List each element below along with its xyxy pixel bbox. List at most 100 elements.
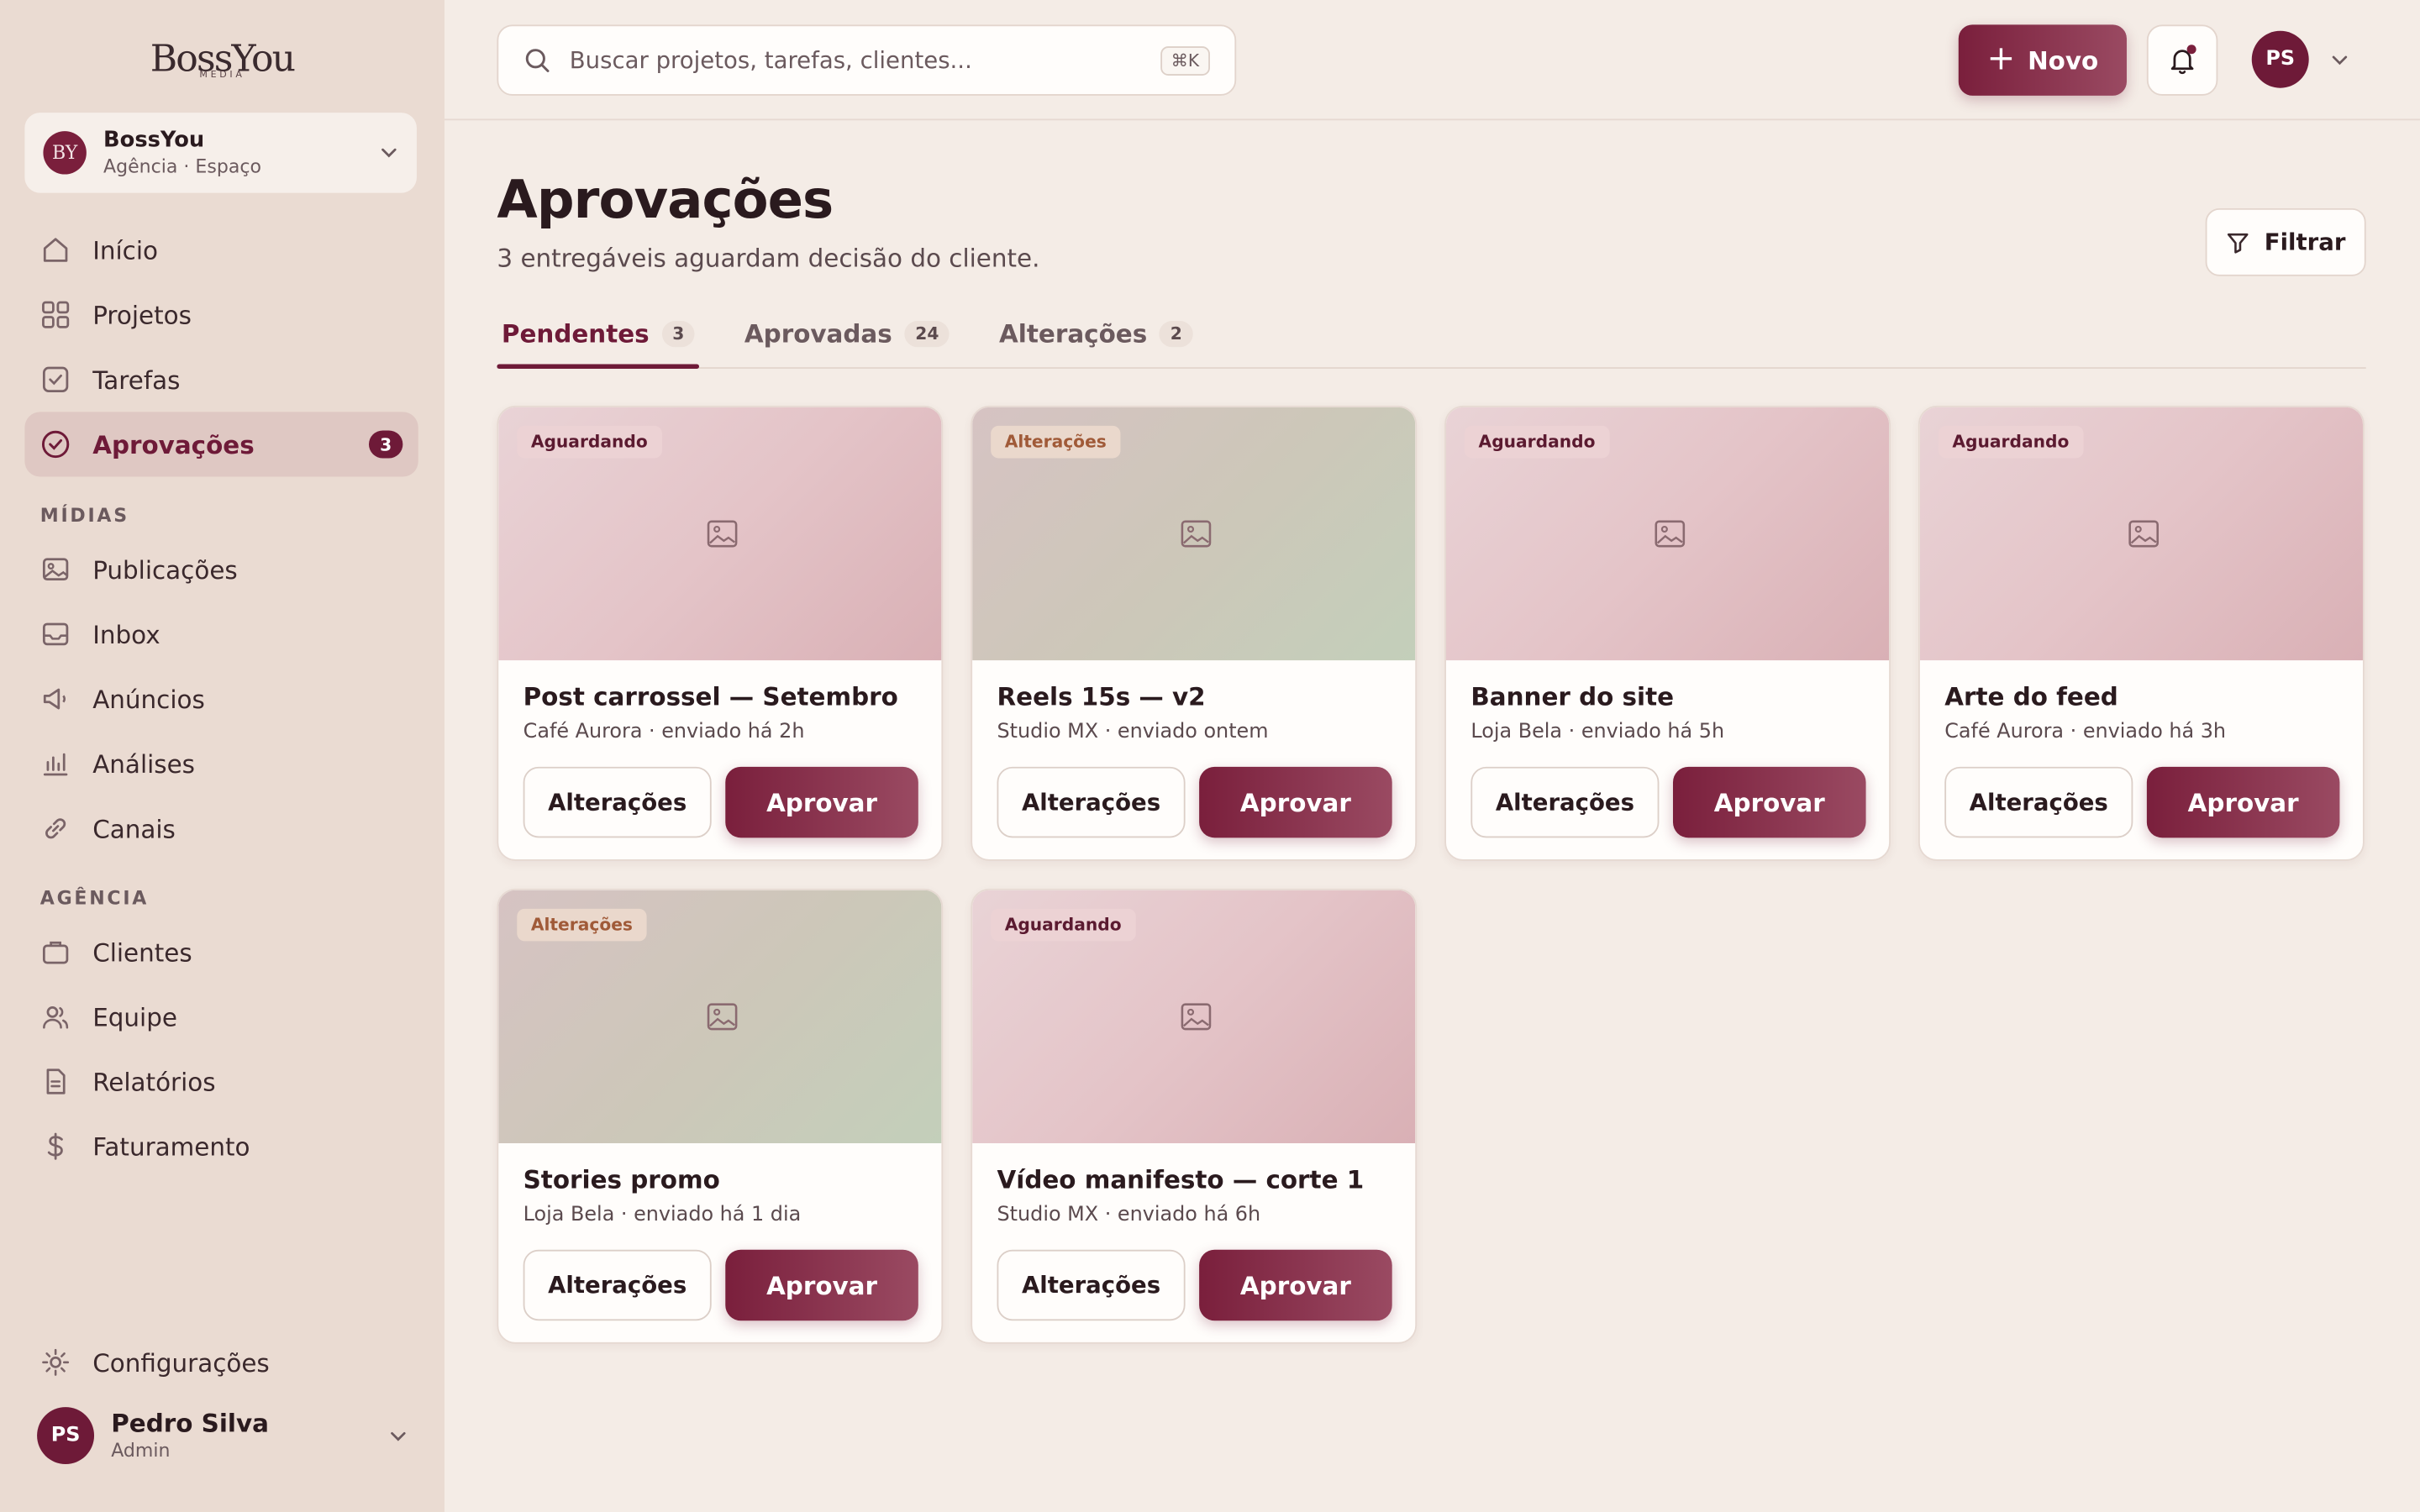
- card-meta: Studio MX · enviado há 6h: [997, 1203, 1261, 1227]
- status-badge: Alterações: [517, 908, 647, 942]
- user-menu[interactable]: PS Pedro Silva Admin: [37, 1407, 408, 1465]
- tab-pendentes[interactable]: Pendentes 3: [497, 301, 701, 369]
- status-badge: Aguardando: [1938, 425, 2083, 459]
- card-thumbnail[interactable]: Aguardando: [1919, 407, 2363, 661]
- request-changes-button[interactable]: Alterações: [523, 766, 712, 838]
- chevron-down-icon[interactable]: [2330, 51, 2349, 70]
- request-changes-button[interactable]: Alterações: [1470, 766, 1660, 838]
- status-badge: Aguardando: [1465, 425, 1609, 459]
- workspace-name: BossYou: [103, 127, 205, 152]
- tab-count: 24: [904, 321, 950, 348]
- chevron-down-icon: [391, 1431, 406, 1441]
- card-thumbnail[interactable]: Alterações: [498, 890, 942, 1143]
- filter-button[interactable]: Filtrar: [2205, 207, 2366, 276]
- brand-logo-sub: MEDIA: [199, 69, 245, 81]
- sidebar-item-clientes[interactable]: Clientes: [24, 920, 418, 984]
- sidebar: BossYou MEDIA BY BossYou Agência · Espaç…: [0, 0, 445, 1512]
- sidebar-item-label: Inbox: [92, 619, 160, 649]
- filter-button-label: Filtrar: [2264, 228, 2346, 256]
- tab-aprovadas[interactable]: Aprovadas 24: [739, 301, 954, 367]
- card-thumbnail[interactable]: Aguardando: [972, 890, 1416, 1143]
- sidebar-item-label: Análises: [92, 748, 195, 779]
- page-title: Aprovações: [497, 170, 834, 232]
- sidebar-item-tarefas[interactable]: Tarefas: [24, 347, 418, 412]
- check-circle-icon: [40, 429, 71, 460]
- sidebar-item-inbox[interactable]: Inbox: [24, 601, 418, 666]
- approve-button[interactable]: Aprovar: [1199, 766, 1392, 838]
- sun-gear-icon: [40, 1347, 71, 1378]
- sidebar-item-inicio[interactable]: Início: [24, 218, 418, 282]
- card-title: Reels 15s — v2: [997, 681, 1206, 711]
- megaphone-icon: [40, 684, 71, 715]
- sidebar-item-publicacoes[interactable]: Publicações: [24, 537, 418, 601]
- sidebar-item-label: Tarefas: [92, 365, 181, 395]
- sidebar-item-label: Início: [92, 235, 158, 265]
- card-meta: Loja Bela · enviado há 1 dia: [523, 1203, 802, 1227]
- sidebar-item-aprovacoes[interactable]: Aprovações 3: [24, 412, 418, 477]
- section-label-agencia: AGÊNCIA: [39, 887, 150, 909]
- notifications-button[interactable]: [2146, 24, 2218, 96]
- sidebar-item-label: Equipe: [92, 1001, 177, 1032]
- sidebar-item-relatorios[interactable]: Relatórios: [24, 1049, 418, 1114]
- card-title: Stories promo: [523, 1164, 720, 1194]
- grid-icon: [40, 299, 71, 330]
- page-subtitle: 3 entregáveis aguardam decisão do client…: [497, 244, 1040, 274]
- approval-card: Aguardando Vídeo manifesto — corte 1 Stu…: [971, 888, 1418, 1344]
- tabs: Pendentes 3 Aprovadas 24 Alterações 2: [497, 301, 2366, 369]
- image-placeholder-icon: [1655, 520, 1686, 548]
- approval-card: Alterações Stories promo Loja Bela · env…: [497, 888, 944, 1344]
- approval-card: Aguardando Post carrossel — Setembro Caf…: [497, 406, 944, 861]
- sidebar-item-projetos[interactable]: Projetos: [24, 282, 418, 347]
- image-icon: [40, 554, 71, 585]
- approve-button[interactable]: Aprovar: [725, 1249, 918, 1321]
- card-meta: Café Aurora · enviado há 2h: [523, 720, 805, 744]
- image-placeholder-icon: [707, 1003, 738, 1031]
- approval-card: Alterações Reels 15s — v2 Studio MX · en…: [971, 406, 1418, 861]
- search-bar[interactable]: ⌘K: [497, 24, 1237, 96]
- tab-alteracoes[interactable]: Alterações 2: [995, 301, 1198, 367]
- request-changes-button[interactable]: Alterações: [1944, 766, 2133, 838]
- new-button[interactable]: + Novo: [1958, 24, 2127, 96]
- approval-card: Aguardando Arte do feed Café Aurora · en…: [1918, 406, 2365, 861]
- card-meta: Café Aurora · enviado há 3h: [1944, 720, 2227, 744]
- approve-button[interactable]: Aprovar: [1199, 1249, 1392, 1321]
- approve-button[interactable]: Aprovar: [725, 766, 918, 838]
- sidebar-item-label: Anúncios: [92, 684, 205, 714]
- sidebar-item-configuracoes[interactable]: Configurações: [24, 1330, 418, 1394]
- sidebar-item-label: Canais: [92, 813, 176, 843]
- sidebar-item-analises[interactable]: Análises: [24, 732, 418, 796]
- sidebar-item-label: Clientes: [92, 937, 192, 967]
- nav-midias: Publicações Inbox Anúncios Análises Cana…: [24, 537, 418, 861]
- card-thumbnail[interactable]: Aguardando: [498, 407, 942, 661]
- request-changes-button[interactable]: Alterações: [997, 766, 1186, 838]
- file-icon: [40, 1066, 71, 1097]
- request-changes-button[interactable]: Alterações: [997, 1249, 1186, 1321]
- sidebar-item-faturamento[interactable]: Faturamento: [24, 1114, 418, 1179]
- sidebar-item-anuncios[interactable]: Anúncios: [24, 666, 418, 731]
- card-thumbnail[interactable]: Alterações: [972, 407, 1416, 661]
- search-input[interactable]: [569, 46, 1160, 75]
- avatar[interactable]: PS: [2251, 30, 2309, 88]
- top-bar: ⌘K + Novo PS: [444, 0, 2420, 121]
- approvals-count-badge: 3: [368, 430, 403, 459]
- image-placeholder-icon: [707, 520, 738, 548]
- filter-icon: [2226, 230, 2250, 255]
- approve-button[interactable]: Aprovar: [1672, 766, 1866, 838]
- new-button-label: Novo: [2028, 45, 2099, 76]
- workspace-switcher[interactable]: BY BossYou Agência · Espaço: [24, 113, 417, 193]
- sidebar-item-equipe[interactable]: Equipe: [24, 984, 418, 1049]
- card-title: Vídeo manifesto — corte 1: [997, 1164, 1365, 1194]
- request-changes-button[interactable]: Alterações: [523, 1249, 712, 1321]
- briefcase-icon: [40, 937, 71, 968]
- card-thumbnail[interactable]: Aguardando: [1445, 407, 1890, 661]
- chevron-down-icon: [381, 148, 397, 158]
- bar-chart-icon: [40, 748, 71, 780]
- nav-main: Início Projetos Tarefas Aprovações 3: [24, 218, 418, 477]
- image-placeholder-icon: [2128, 520, 2159, 548]
- tab-label: Aprovadas: [744, 319, 892, 349]
- notification-dot: [2186, 45, 2196, 55]
- section-label-midias: MÍDIAS: [39, 504, 129, 527]
- approve-button[interactable]: Aprovar: [2146, 766, 2340, 838]
- sidebar-item-canais[interactable]: Canais: [24, 796, 418, 861]
- card-title: Banner do site: [1470, 681, 1675, 711]
